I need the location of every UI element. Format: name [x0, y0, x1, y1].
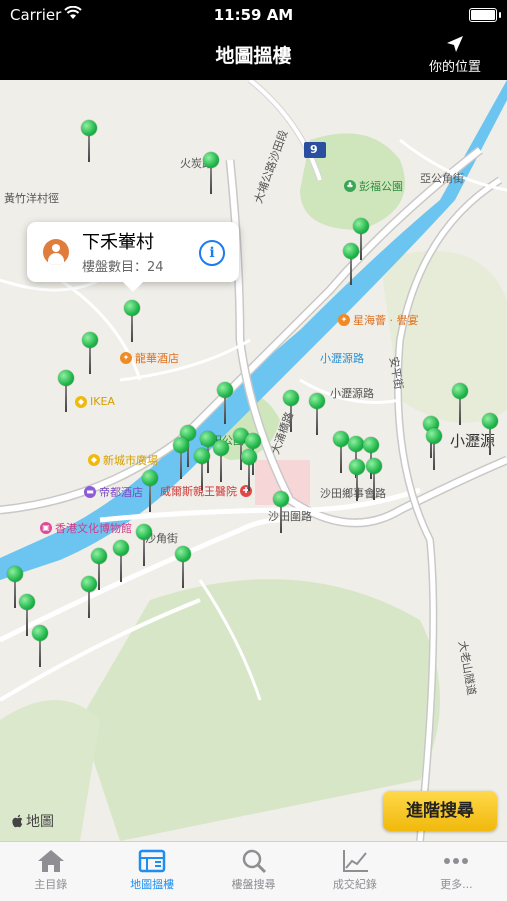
estate-pin[interactable]: [241, 449, 257, 493]
estate-pin[interactable]: [113, 540, 129, 584]
estate-pin[interactable]: [309, 393, 325, 437]
poi-hotel2[interactable]: ▬ 帝都酒店: [84, 484, 143, 500]
restaurant-icon: ✦: [120, 352, 132, 364]
attribution-label: 地圖: [26, 814, 54, 830]
poi-museum[interactable]: ▣ 香港文化博物館: [40, 520, 132, 536]
advanced-search-button[interactable]: 進階搜尋: [383, 791, 497, 831]
estate-pin[interactable]: [194, 448, 210, 492]
estate-pin[interactable]: [82, 332, 98, 376]
more-icon: [444, 858, 469, 864]
estate-callout[interactable]: 下禾輋村 樓盤數目：24 i: [27, 222, 239, 292]
tab-label: 地圖搵樓: [130, 878, 175, 891]
road-label: 黃竹洋村徑: [4, 192, 59, 205]
museum-icon: ▣: [40, 522, 52, 534]
shop-icon: ◆: [88, 454, 100, 466]
estate-pin[interactable]: [203, 152, 219, 196]
estate-pin[interactable]: [333, 431, 349, 475]
estate-pin[interactable]: [32, 625, 48, 669]
bed-icon: ▬: [84, 486, 96, 498]
estate-pin[interactable]: [349, 459, 365, 503]
magnifier-icon: [242, 849, 266, 874]
apple-logo-icon: [12, 814, 23, 828]
tab-label: 成交紀錄: [332, 878, 377, 891]
tab-label: 主目錄: [34, 878, 68, 891]
estate-pin[interactable]: [136, 524, 152, 568]
tab-bar: 主目錄 地圖搵樓 樓盤搜尋 成交紀錄 更多...: [0, 841, 507, 901]
estate-pin[interactable]: [173, 437, 189, 481]
poi-hotel[interactable]: ✦ 龍華酒店: [120, 350, 179, 366]
park-icon: ♣: [344, 180, 356, 192]
poi-label: 香港文化博物館: [55, 522, 132, 535]
chart-icon: [342, 850, 368, 872]
map-search-icon: [138, 849, 166, 873]
navigation-bar: 地圖搵樓 你的位置: [0, 30, 507, 80]
tab-label: 更多...: [440, 878, 473, 891]
estate-pin[interactable]: [343, 243, 359, 287]
river-label: 小瀝源路: [320, 352, 364, 365]
estate-pin[interactable]: [142, 470, 158, 514]
road-label: 亞公角街: [420, 172, 464, 185]
poi-label: IKEA: [90, 395, 115, 408]
estate-pin[interactable]: [273, 491, 289, 535]
estate-pin[interactable]: [124, 300, 140, 344]
estate-pin[interactable]: [217, 382, 233, 426]
location-arrow-icon: [447, 36, 463, 52]
estate-pin[interactable]: [213, 440, 229, 484]
restaurant-icon: ✦: [338, 314, 350, 326]
poi-label: 星海薈 · 譽宴: [353, 314, 419, 327]
tab-label: 樓盤搜尋: [231, 878, 276, 891]
estate-pin[interactable]: [81, 576, 97, 620]
map-view[interactable]: 9 大埔公路沙田段 亞公角街 黃竹洋村徑 火炭路 大涌橋路 小瀝源路 小瀝源路 …: [0, 80, 507, 841]
estate-pin[interactable]: [175, 546, 191, 590]
road-label: 小瀝源路: [330, 387, 374, 400]
your-location-button[interactable]: 你的位置: [415, 32, 495, 76]
estate-pin[interactable]: [283, 390, 299, 434]
tab-transactions[interactable]: 成交紀錄: [304, 842, 405, 901]
estate-pin[interactable]: [81, 120, 97, 164]
maps-attribution[interactable]: 地圖: [12, 811, 54, 831]
person-icon: [43, 239, 69, 265]
estate-pin[interactable]: [426, 428, 442, 472]
tab-estate-search[interactable]: 樓盤搜尋: [203, 842, 304, 901]
clock: 11:59 AM: [213, 6, 294, 24]
callout-title: 下禾輋村: [82, 232, 154, 253]
home-icon: [37, 850, 64, 872]
tab-more[interactable]: 更多...: [406, 842, 507, 901]
poi-label: 彭福公園: [359, 180, 403, 193]
battery-icon: [469, 8, 501, 22]
poi-ikea[interactable]: ◆ IKEA: [75, 395, 115, 408]
poi-label: 帝都酒店: [99, 486, 143, 499]
route-number-label: 9: [310, 143, 318, 156]
estate-pin[interactable]: [366, 458, 382, 502]
your-location-label: 你的位置: [428, 60, 481, 75]
status-bar: Carrier 11:59 AM: [0, 0, 507, 30]
estate-pin[interactable]: [452, 383, 468, 427]
estate-pin[interactable]: [58, 370, 74, 414]
poi-label: 龍華酒店: [135, 352, 179, 365]
shop-icon: ◆: [75, 395, 87, 408]
poi-mall[interactable]: ◆ 新城市廣場: [88, 452, 158, 468]
tab-home[interactable]: 主目錄: [0, 842, 101, 901]
poi-label: 新城市廣場: [103, 454, 158, 467]
poi-restaurant[interactable]: ✦ 星海薈 · 譽宴: [338, 312, 419, 328]
estate-pin[interactable]: [482, 413, 498, 457]
info-icon[interactable]: i: [199, 240, 225, 266]
tab-map-search[interactable]: 地圖搵樓: [101, 842, 202, 901]
callout-subtitle: 樓盤數目：24: [82, 260, 164, 275]
poi-park[interactable]: ♣ 彭福公園: [344, 178, 403, 194]
